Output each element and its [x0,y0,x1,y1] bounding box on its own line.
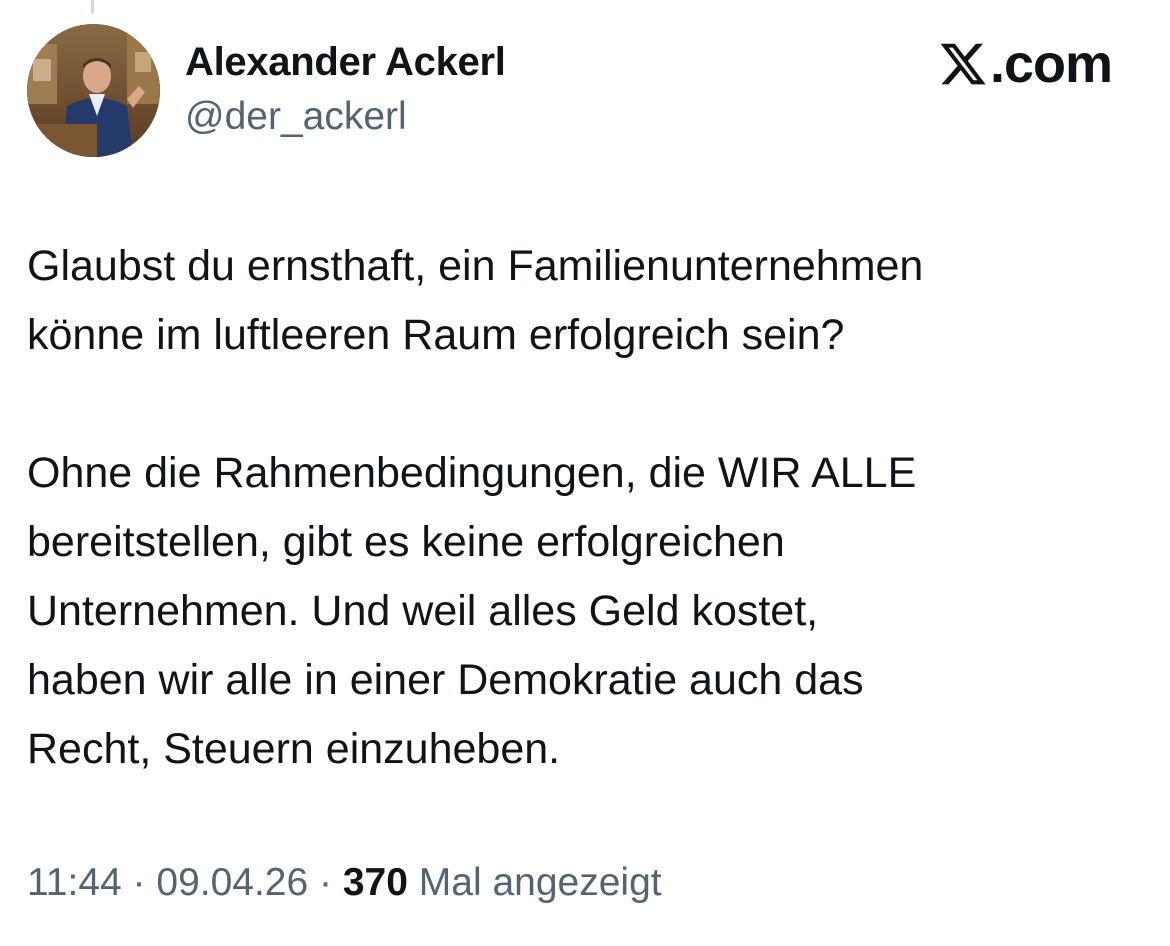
brand-domain-text: .com [989,34,1113,94]
author-display-name[interactable]: Alexander Ackerl [185,40,506,85]
x-logo-icon [938,39,988,89]
tweet-paragraph: Glaubst du ernsthaft, ein Familienuntern… [27,242,924,359]
tweet-date[interactable]: 09.04.26 [156,861,308,904]
tweet-paragraph: Ohne die Rahmenbedingungen, die WIR ALLE… [27,449,917,773]
views-count[interactable]: 370 [343,861,408,904]
views-label[interactable]: Mal angezeigt [408,861,662,904]
tweet-text: Glaubst du ernsthaft, ein Familienuntern… [27,232,1137,784]
thread-connector-line [91,0,94,14]
author-handle[interactable]: @der_ackerl [185,95,407,139]
meta-separator: · [308,861,343,904]
tweet-time[interactable]: 11:44 [27,861,122,904]
meta-separator: · [121,861,157,904]
avatar-image [27,24,160,157]
avatar[interactable] [27,24,160,157]
tweet-metadata: 11:44 · 09.04.26 · 370 Mal angezeigt [27,861,662,905]
brand-watermark: .com [938,34,1113,94]
